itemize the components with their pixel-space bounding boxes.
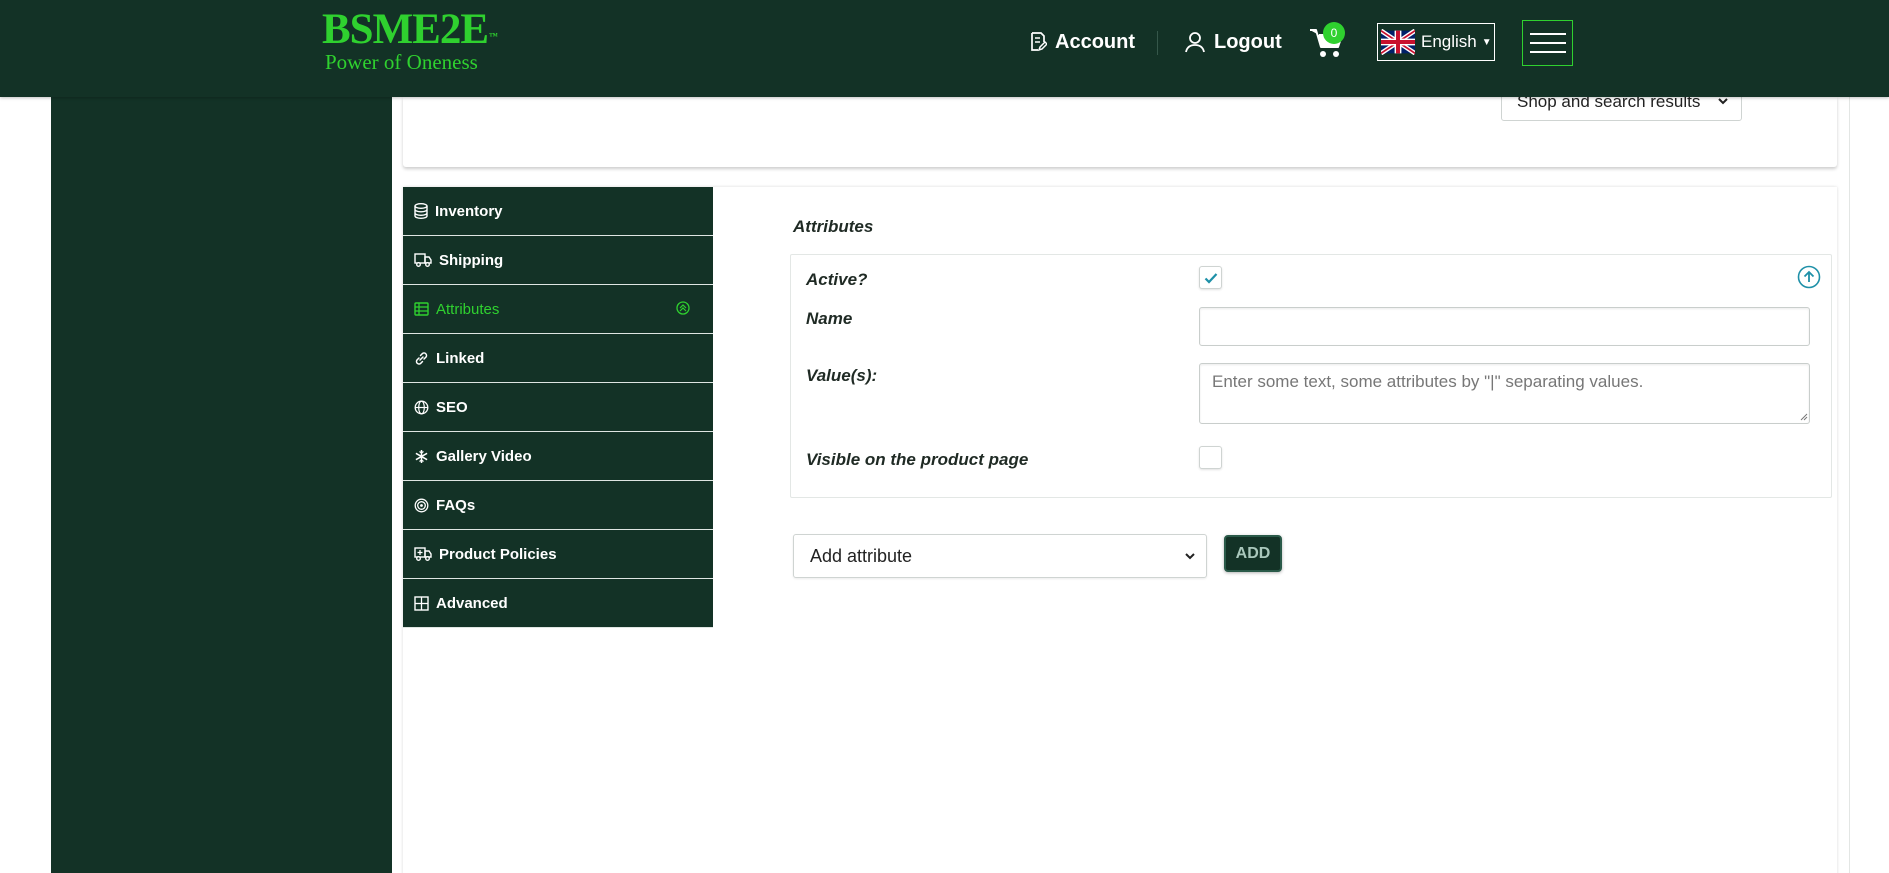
caret-down-icon: ▼	[1481, 36, 1492, 48]
tab-label: Product Policies	[439, 545, 557, 563]
site-header: BSME2E™ Power of Oneness Account Logout …	[0, 0, 1889, 97]
tab-gallery-video[interactable]: Gallery Video	[403, 432, 713, 481]
scrollbar-track[interactable]	[1849, 97, 1850, 873]
tab-label: Shipping	[439, 251, 504, 269]
product-data-tabs: Inventory Shipping Attributes Linked SEO…	[403, 187, 713, 628]
link-icon	[415, 351, 428, 365]
tab-label: Advanced	[436, 594, 508, 612]
tab-label: SEO	[436, 398, 468, 416]
logout-link[interactable]: Logout	[1184, 28, 1282, 56]
add-attribute-select-value: Add attribute	[810, 545, 913, 566]
truck-medical-icon	[414, 547, 432, 561]
circle-arrow-icon	[676, 301, 690, 315]
logout-label: Logout	[1214, 30, 1282, 53]
menu-line	[1529, 51, 1566, 53]
account-link[interactable]: Account	[1029, 28, 1135, 56]
name-label: Name	[806, 309, 853, 328]
tab-attributes[interactable]: Attributes	[403, 285, 713, 334]
values-label: Value(s):	[806, 366, 878, 385]
hamburger-menu-button[interactable]	[1522, 20, 1573, 66]
attribute-values-textarea[interactable]	[1199, 363, 1810, 424]
logo-brand: BSME2E™	[322, 6, 499, 53]
header-divider	[1157, 31, 1158, 55]
cart-count-badge: 0	[1323, 22, 1345, 44]
attribute-name-input[interactable]	[1199, 307, 1810, 346]
tab-label: Attributes	[436, 300, 500, 318]
visible-checkbox[interactable]	[1199, 446, 1222, 469]
chevron-down-icon	[1185, 553, 1195, 560]
tab-seo[interactable]: SEO	[403, 383, 713, 432]
tab-label: FAQs	[436, 496, 476, 514]
logo-tagline: Power of Oneness	[325, 50, 478, 74]
tab-faqs[interactable]: FAQs	[403, 481, 713, 530]
collapse-up-icon[interactable]	[1797, 265, 1821, 289]
snowflake-icon	[415, 449, 428, 463]
database-icon	[414, 203, 428, 219]
language-selector[interactable]: English ▼	[1377, 23, 1495, 61]
tab-product-policies[interactable]: Product Policies	[403, 530, 713, 579]
tab-label: Inventory	[435, 202, 503, 220]
attributes-section-title: Attributes	[793, 217, 874, 236]
tab-inventory[interactable]: Inventory	[403, 187, 713, 236]
left-sidebar-background	[51, 97, 392, 873]
site-logo[interactable]: BSME2E™ Power of Oneness	[322, 6, 499, 74]
visible-on-product-page-label: Visible on the product page	[806, 450, 1029, 469]
account-label: Account	[1055, 30, 1135, 53]
resize-grip-icon[interactable]	[1798, 411, 1808, 421]
menu-line	[1529, 33, 1566, 35]
tab-shipping[interactable]: Shipping	[403, 236, 713, 285]
user-icon	[1185, 32, 1205, 53]
tab-label: Linked	[436, 349, 485, 367]
menu-line	[1529, 42, 1566, 44]
truck-icon	[414, 253, 432, 267]
tab-advanced[interactable]: Advanced	[403, 579, 713, 628]
grid-icon	[414, 595, 429, 611]
uk-flag-icon	[1381, 29, 1415, 55]
active-checkbox[interactable]	[1199, 266, 1222, 289]
active-label: Active?	[806, 270, 868, 289]
add-attribute-select[interactable]: Add attribute	[793, 534, 1207, 578]
add-attribute-button[interactable]: ADD	[1224, 535, 1282, 572]
account-edit-icon	[1031, 32, 1047, 52]
tab-linked[interactable]: Linked	[403, 334, 713, 383]
tab-label: Gallery Video	[436, 447, 532, 465]
table-list-icon	[414, 302, 429, 316]
language-label: English	[1421, 32, 1477, 51]
checkmark-icon	[1204, 272, 1217, 284]
globe-icon	[414, 400, 429, 414]
target-icon	[414, 498, 429, 512]
